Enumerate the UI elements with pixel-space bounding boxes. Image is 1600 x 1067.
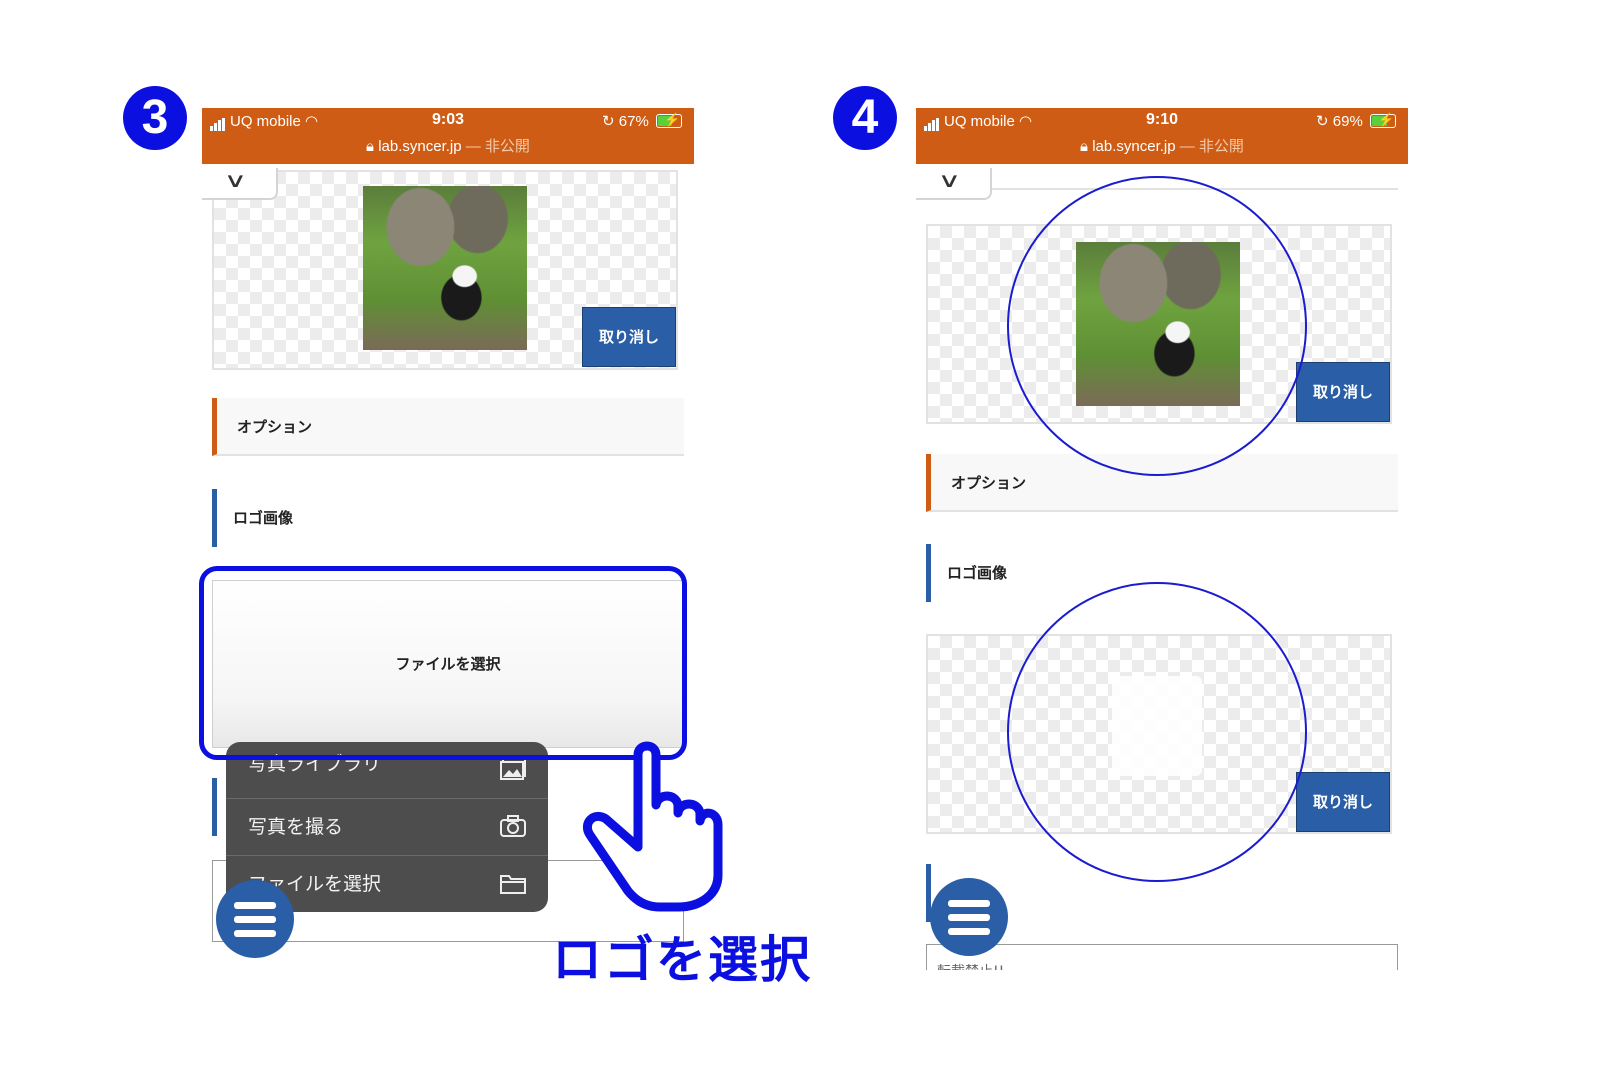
rotation-lock-icon: ↻ xyxy=(602,113,615,130)
cancel-button[interactable]: 取り消し xyxy=(582,307,676,367)
lock-icon: 🔒︎ xyxy=(1080,138,1089,155)
cancel-button[interactable]: 取り消し xyxy=(1296,362,1390,422)
pointing-hand-icon xyxy=(582,741,723,912)
camera-icon xyxy=(500,815,526,837)
status-bar: UQ mobile ◠ 9:10 ↻ 69% ⚡ 🔒︎ lab.syncer.j… xyxy=(916,108,1408,164)
photo-library-icon xyxy=(500,758,526,780)
partial-section-bar xyxy=(212,778,217,836)
highlight-circle-photo xyxy=(1007,176,1307,476)
url-bar[interactable]: 🔒︎ lab.syncer.jp — 非公開 xyxy=(916,135,1408,156)
battery-status: ↻ 69% ⚡ xyxy=(1316,112,1396,130)
url-bar[interactable]: 🔒︎ lab.syncer.jp — 非公開 xyxy=(202,135,694,156)
battery-icon: ⚡ xyxy=(1370,112,1396,128)
options-section-header: オプション xyxy=(212,398,684,456)
highlight-circle-logo xyxy=(1007,582,1307,882)
highlight-choose-file xyxy=(199,566,687,760)
chevron-down-icon: ∨ xyxy=(223,168,248,192)
chevron-down-icon: ∨ xyxy=(937,168,962,192)
hamburger-menu-button[interactable] xyxy=(216,880,294,958)
logo-image-label: ロゴ画像 xyxy=(212,489,293,547)
status-bar: UQ mobile ◠ 9:03 ↻ 67% ⚡ 🔒︎ lab.syncer.j… xyxy=(202,108,694,164)
logo-cancel-button[interactable]: 取り消し xyxy=(1296,772,1390,832)
collapse-tab[interactable]: ∨ xyxy=(202,168,278,200)
text-field-value: 転載禁止!! xyxy=(937,961,1004,970)
battery-status: ↻ 67% ⚡ xyxy=(602,112,682,130)
hamburger-menu-button[interactable] xyxy=(930,878,1008,956)
battery-icon: ⚡ xyxy=(656,112,682,128)
collapse-tab[interactable]: ∨ xyxy=(916,168,992,200)
panda-photo xyxy=(363,186,527,350)
caption-select-logo: ロゴを選択 xyxy=(552,931,812,989)
step-3-badge: 3 xyxy=(123,86,187,150)
lock-icon: 🔒︎ xyxy=(366,138,375,155)
text-field-partial[interactable]: 転載禁止!! xyxy=(926,944,1398,970)
rotation-lock-icon: ↻ xyxy=(1316,113,1329,130)
step-4-badge: 4 xyxy=(833,86,897,150)
menu-item-take-photo[interactable]: 写真を撮る xyxy=(226,799,548,856)
folder-icon xyxy=(500,875,526,894)
logo-image-label: ロゴ画像 xyxy=(926,544,1007,602)
